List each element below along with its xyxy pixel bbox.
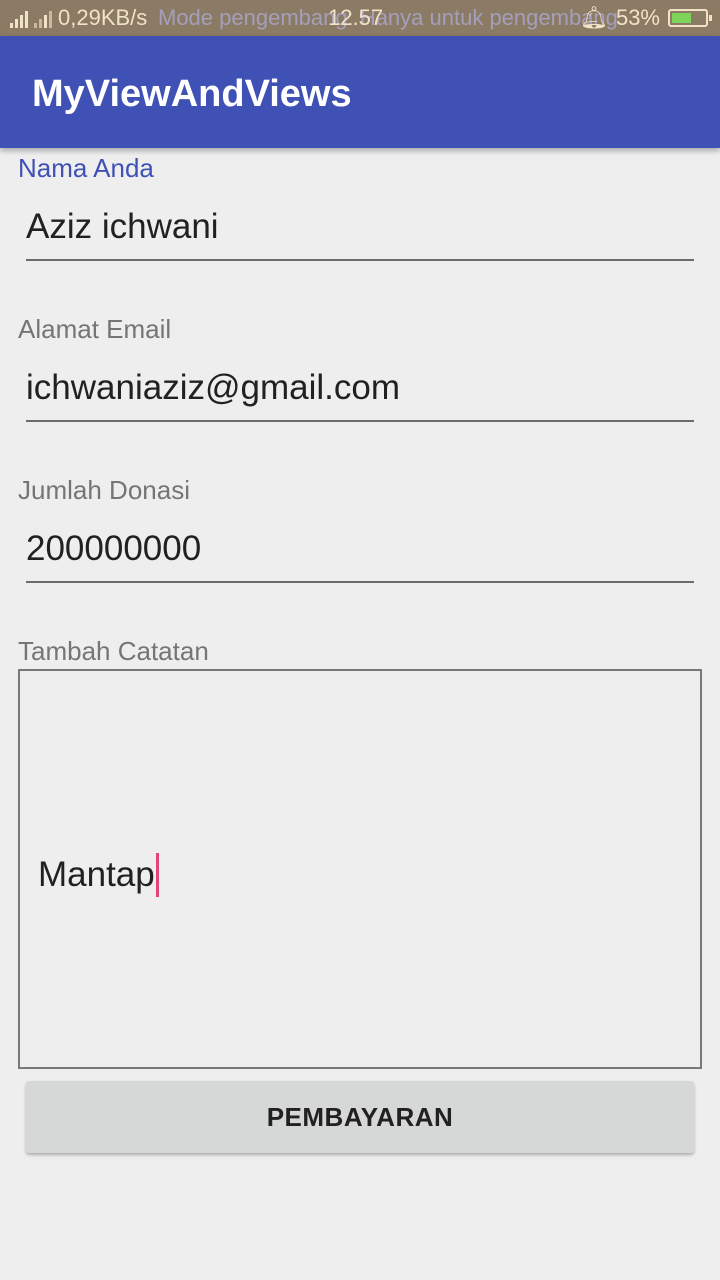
battery-icon: [668, 9, 712, 27]
developer-mode-overlay: Mode pengembang: Hanya untuk pengembang: [158, 5, 618, 30]
notes-textarea[interactable]: Mantap: [18, 669, 702, 1069]
status-bar: 0,29KB/s Mode pengembang: Hanya untuk pe…: [0, 0, 720, 36]
notes-text-value: Mantap: [38, 855, 155, 894]
status-right: 🔔︎ 53%: [580, 0, 712, 36]
battery-percent: 53%: [615, 5, 660, 30]
donation-label: Jumlah Donasi: [18, 475, 190, 505]
notes-label: Tambah Catatan: [18, 636, 209, 666]
email-input[interactable]: ichwaniaziz@gmail.com: [26, 362, 694, 422]
notes-content: Mantap: [38, 853, 159, 897]
app-title: MyViewAndViews: [32, 73, 352, 115]
network-speed: 0,29KB/s: [58, 5, 148, 30]
text-cursor: [155, 853, 159, 897]
email-label: Alamat Email: [18, 314, 172, 344]
payment-button[interactable]: PEMBAYARAN: [26, 1081, 694, 1153]
status-left: 0,29KB/s: [10, 0, 147, 36]
name-label: Nama Anda: [18, 153, 154, 183]
signal-icon-2: [34, 8, 52, 28]
signal-icon: [10, 8, 28, 28]
donation-input[interactable]: 200000000: [26, 523, 694, 583]
app-bar: MyViewAndViews: [0, 36, 720, 148]
clock: 12.57: [328, 5, 384, 30]
bell-icon: 🔔︎: [580, 5, 608, 30]
name-input[interactable]: Aziz ichwani: [26, 201, 694, 261]
